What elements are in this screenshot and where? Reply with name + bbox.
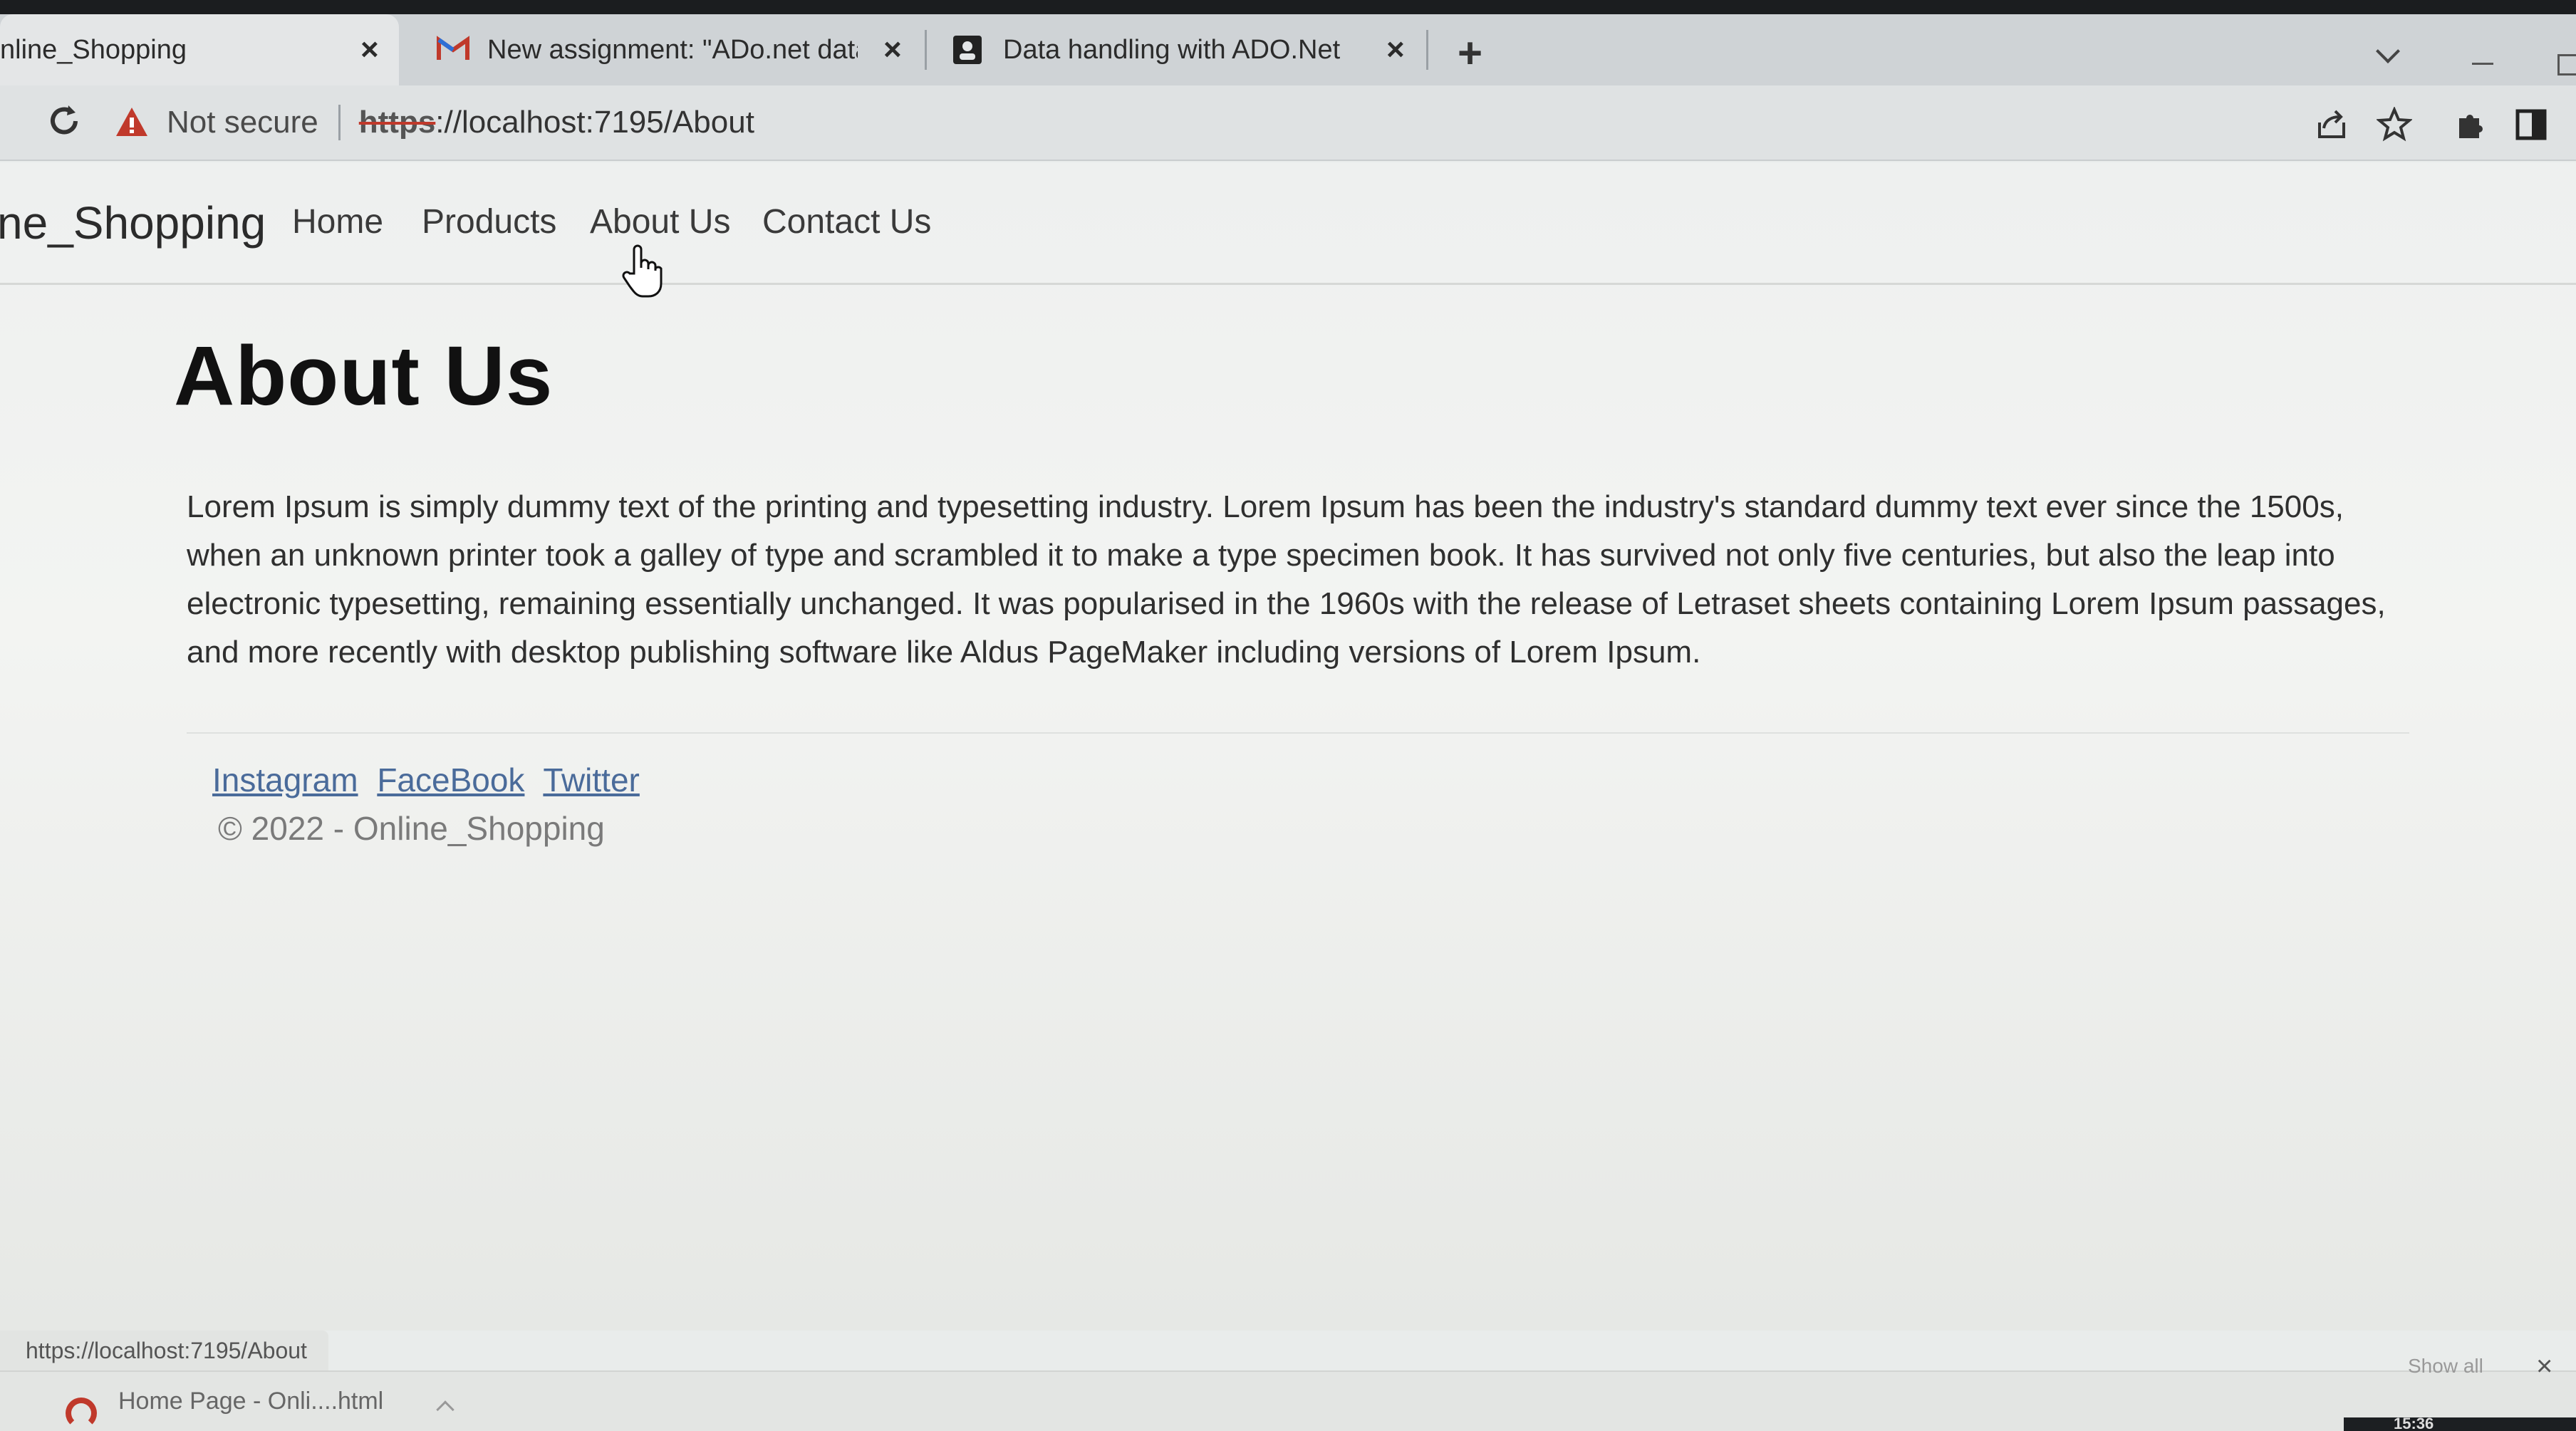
reload-icon[interactable] bbox=[44, 101, 84, 141]
tab-title: Data handling with ADO.Net bbox=[1003, 34, 1341, 65]
download-shelf: Home Page - Onli....html Show all × bbox=[0, 1351, 2576, 1431]
site-brand[interactable]: ne_Shopping bbox=[0, 197, 266, 249]
taskbar-clock: 15:36 bbox=[2394, 1415, 2434, 1431]
url-text: ://localhost:7195/About bbox=[435, 105, 754, 140]
browser-toolbar: Not secure https ://localhost:7195/About bbox=[0, 85, 2576, 161]
warning-icon bbox=[116, 108, 147, 136]
maximize-icon[interactable] bbox=[2557, 54, 2576, 76]
tab-online-shopping[interactable]: nline_Shopping × bbox=[0, 14, 399, 85]
nav-contact-us[interactable]: Contact Us bbox=[762, 202, 931, 241]
classroom-icon bbox=[953, 36, 982, 64]
tab-data-handling[interactable]: Data handling with ADO.Net × bbox=[940, 14, 1425, 85]
tab-search-chevron-icon[interactable] bbox=[2376, 39, 2400, 63]
share-icon[interactable] bbox=[2314, 107, 2349, 142]
minimize-icon[interactable] bbox=[2472, 63, 2493, 65]
download-file-icon bbox=[66, 1398, 97, 1429]
address-bar[interactable]: Not secure https ://localhost:7195/About bbox=[114, 95, 754, 150]
footer-divider bbox=[187, 732, 2409, 734]
nav-about-us[interactable]: About Us bbox=[590, 202, 730, 241]
new-tab-button[interactable]: + bbox=[1458, 28, 1482, 78]
close-icon[interactable]: × bbox=[1386, 32, 1405, 68]
url-scheme: https bbox=[358, 105, 436, 140]
download-item[interactable]: Home Page - Onli....html bbox=[118, 1388, 383, 1415]
os-taskbar bbox=[2344, 1417, 2576, 1431]
security-label[interactable]: Not secure bbox=[167, 105, 318, 140]
link-instagram[interactable]: Instagram bbox=[212, 761, 358, 798]
nav-home[interactable]: Home bbox=[292, 202, 383, 241]
social-links: Instagram FaceBook Twitter bbox=[212, 761, 650, 799]
about-paragraph: Lorem Ipsum is simply dummy text of the … bbox=[187, 489, 2386, 670]
close-icon[interactable]: × bbox=[2536, 1351, 2552, 1383]
omnibox-divider bbox=[338, 105, 341, 140]
extensions-icon[interactable] bbox=[2452, 107, 2488, 142]
chevron-up-icon[interactable] bbox=[436, 1400, 455, 1419]
gmail-icon bbox=[437, 36, 469, 60]
site-navbar: ne_Shopping Home Products About Us Conta… bbox=[0, 162, 2576, 298]
side-panel-icon[interactable] bbox=[2513, 107, 2549, 142]
close-icon[interactable]: × bbox=[360, 32, 379, 68]
bookmark-star-icon[interactable] bbox=[2377, 107, 2412, 142]
show-all-button[interactable]: Show all bbox=[2408, 1355, 2483, 1378]
nav-products[interactable]: Products bbox=[422, 202, 556, 241]
copyright-text: © 2022 - Online_Shopping bbox=[218, 810, 605, 847]
tab-new-assignment[interactable]: New assignment: "ADo.net data × bbox=[427, 14, 912, 85]
status-url-bubble: https://localhost:7195/About bbox=[0, 1331, 328, 1370]
link-twitter[interactable]: Twitter bbox=[543, 761, 639, 798]
close-icon[interactable]: × bbox=[883, 32, 902, 68]
hand-cursor-icon bbox=[622, 244, 663, 298]
browser-tab-strip: nline_Shopping × New assignment: "ADo.ne… bbox=[0, 0, 2576, 85]
tab-title: nline_Shopping bbox=[0, 34, 187, 65]
tab-separator bbox=[925, 30, 927, 70]
link-facebook[interactable]: FaceBook bbox=[377, 761, 524, 798]
tab-separator bbox=[1426, 30, 1428, 70]
tab-title: New assignment: "ADo.net data bbox=[487, 34, 858, 65]
web-page: ne_Shopping Home Products About Us Conta… bbox=[0, 162, 2576, 1331]
page-title: About Us bbox=[174, 329, 554, 423]
